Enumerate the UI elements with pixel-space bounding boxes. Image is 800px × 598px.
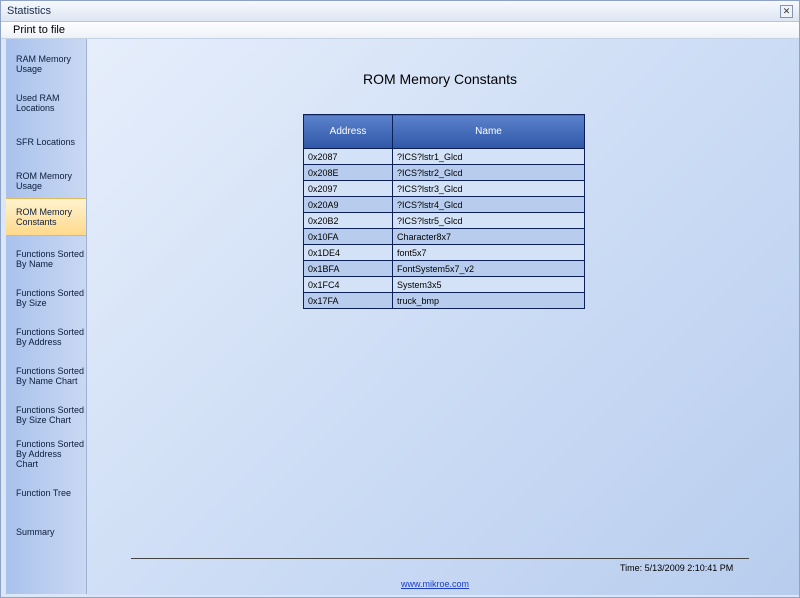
sidebar-item-rom-memory-usage[interactable]: ROM Memory Usage [6,162,86,200]
address-cell: 0x2087 [303,148,393,165]
sidebar-item-label: ROM Memory Constants [16,207,72,227]
column-header-address: Address [303,114,393,149]
address-cell: 0x2097 [303,180,393,197]
sidebar-item-functions-by-size[interactable]: Functions Sorted By Size [6,279,86,317]
sidebar-item-label: Functions Sorted By Address Chart [16,439,85,469]
sidebar-item-label: Functions Sorted By Size [16,288,85,308]
name-cell: ?ICS?lstr5_Glcd [392,212,585,229]
table-header-row: Address Name [303,114,585,149]
sidebar-item-rom-memory-constants[interactable]: ROM Memory Constants [6,198,86,236]
address-cell: 0x20B2 [303,212,393,229]
mikroe-link-text[interactable]: www.mikroe.com [401,579,469,589]
window-title: Statistics [7,5,52,17]
address-cell: 0x20A9 [303,196,393,213]
sidebar-item-label: Functions Sorted By Address [16,327,85,347]
name-cell: Character8x7 [392,228,585,245]
sidebar-item-functions-by-size-chart[interactable]: Functions Sorted By Size Chart [6,396,86,434]
column-header-name: Name [392,114,585,149]
sidebar-item-label: Functions Sorted By Name Chart [16,366,85,386]
address-cell: 0x17FA [303,292,393,309]
sidebar-item-used-ram-locations[interactable]: Used RAM Locations [6,84,86,122]
sidebar-item-functions-by-name[interactable]: Functions Sorted By Name [6,240,86,278]
table-row: 0x10FA Character8x7 [303,228,585,245]
address-cell: 0x208E [303,164,393,181]
menu-bar: Print to file [1,22,799,39]
table-row: 0x20B2 ?ICS?lstr5_Glcd [303,212,585,229]
print-to-file-menu[interactable]: Print to file [13,24,65,36]
address-cell: 0x1FC4 [303,276,393,293]
sidebar-item-label: Summary [16,527,55,537]
table-row: 0x208E ?ICS?lstr2_Glcd [303,164,585,181]
sidebar-item-label: ROM Memory Usage [16,171,72,191]
page-title: ROM Memory Constants [362,71,518,87]
name-cell: ?ICS?lstr4_Glcd [392,196,585,213]
mikroe-link[interactable]: www.mikroe.com [87,579,783,589]
report-timestamp: Time: 5/13/2009 2:10:41 PM [620,563,734,573]
close-icon[interactable]: ✕ [780,5,793,18]
sidebar-item-label: Function Tree [16,488,72,498]
address-cell: 0x10FA [303,228,393,245]
content-area: ROM Memory Constants Address Name 0x2087… [87,39,799,595]
name-cell: System3x5 [392,276,585,293]
name-cell: ?ICS?lstr1_Glcd [392,148,585,165]
table-row: 0x1DE4 font5x7 [303,244,585,261]
sidebar-item-summary[interactable]: Summary [6,513,86,551]
address-cell: 0x1DE4 [303,244,393,261]
table-row: 0x20A9 ?ICS?lstr4_Glcd [303,196,585,213]
sidebar-item-function-tree[interactable]: Function Tree [6,474,86,512]
address-cell: 0x1BFA [303,260,393,277]
table-row: 0x17FA truck_bmp [303,292,585,309]
divider [131,558,749,559]
sidebar-item-ram-memory-usage[interactable]: RAM Memory Usage [6,45,86,83]
table-row: 0x1FC4 System3x5 [303,276,585,293]
sidebar-item-label: Used RAM Locations [16,93,60,113]
table-row: 0x2087 ?ICS?lstr1_Glcd [303,148,585,165]
sidebar-item-functions-by-address[interactable]: Functions Sorted By Address [6,318,86,356]
statistics-window: Statistics ✕ Print to file RAM Memory Us… [0,0,800,598]
sidebar-item-label: RAM Memory Usage [16,54,72,74]
rom-constants-table: Address Name 0x2087 ?ICS?lstr1_Glcd 0x208… [303,114,585,309]
name-cell: FontSystem5x7_v2 [392,260,585,277]
table-row: 0x1BFA FontSystem5x7_v2 [303,260,585,277]
sidebar-item-label: Functions Sorted By Name [16,249,85,269]
table-row: 0x2097 ?ICS?lstr3_Glcd [303,180,585,197]
name-cell: ?ICS?lstr2_Glcd [392,164,585,181]
name-cell: ?ICS?lstr3_Glcd [392,180,585,197]
sidebar-item-sfr-locations[interactable]: SFR Locations [6,123,86,161]
name-cell: truck_bmp [392,292,585,309]
title-bar: Statistics ✕ [1,1,799,22]
sidebar-item-label: Functions Sorted By Size Chart [16,405,85,425]
sidebar-item-functions-by-address-chart[interactable]: Functions Sorted By Address Chart [6,435,86,473]
sidebar-item-functions-by-name-chart[interactable]: Functions Sorted By Name Chart [6,357,86,395]
sidebar: RAM Memory Usage Used RAM Locations SFR … [6,39,87,594]
name-cell: font5x7 [392,244,585,261]
sidebar-item-label: SFR Locations [16,137,76,147]
